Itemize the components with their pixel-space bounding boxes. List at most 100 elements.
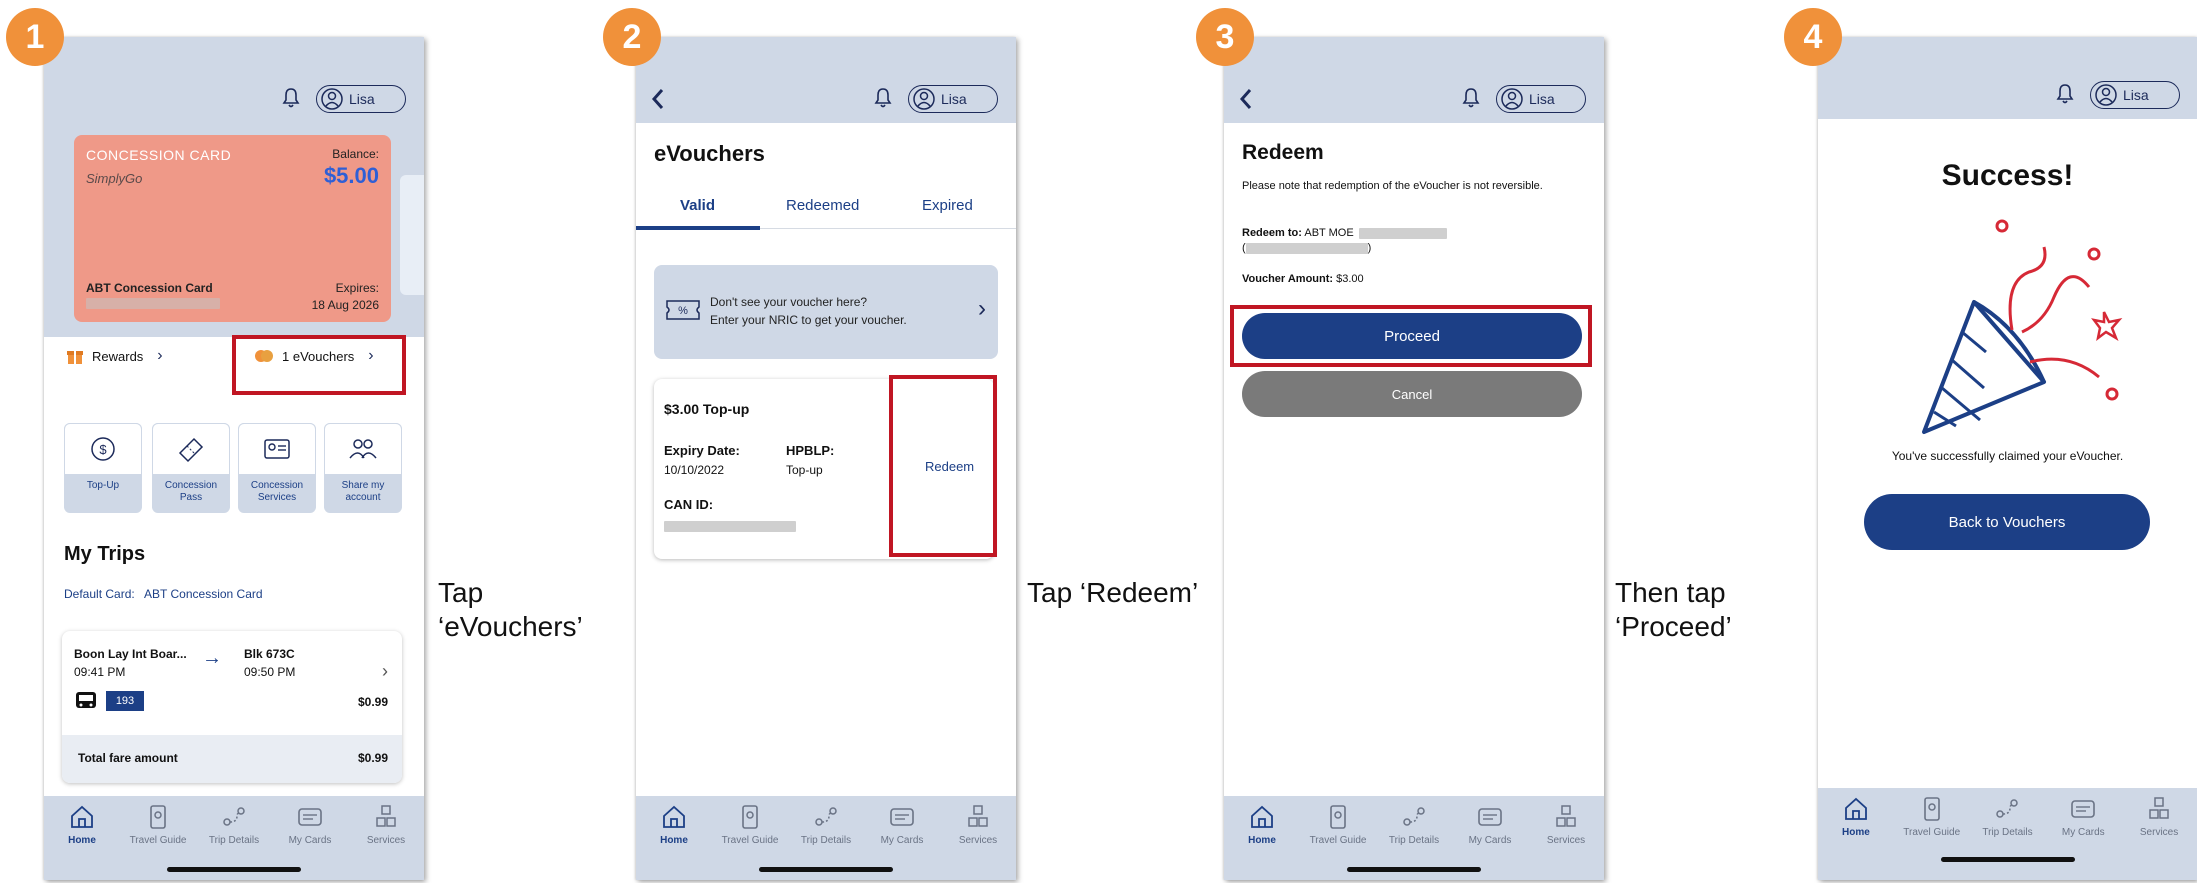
voucher-amount-value: $3.00 xyxy=(1336,273,1364,285)
nav-home[interactable]: Home xyxy=(639,802,709,880)
chevron-right-icon: › xyxy=(978,295,986,322)
voucher-amount-label: Voucher Amount: xyxy=(1242,273,1334,285)
nav-home[interactable]: Home xyxy=(1821,794,1891,880)
irreversible-note: Please note that redemption of the eVouc… xyxy=(1242,180,1543,192)
total-fare-row: Total fare amount $0.99 xyxy=(62,735,402,783)
page-title: Redeem xyxy=(1242,141,1324,164)
total-fare-label: Total fare amount xyxy=(78,751,178,765)
tab-valid[interactable]: Valid xyxy=(680,197,715,214)
voucher-amount-row: Voucher Amount: $3.00 xyxy=(1242,273,1364,285)
bottom-nav: Home Travel Guide Trip Details My Cards … xyxy=(1224,796,1604,880)
back-arrow-icon[interactable] xyxy=(650,87,666,111)
user-profile-button[interactable]: Lisa xyxy=(908,85,998,113)
tab-expired[interactable]: Expired xyxy=(922,197,973,214)
balance-label: Balance: xyxy=(332,147,379,161)
svg-text:$: $ xyxy=(99,442,107,457)
caption-line: Tap ‘Redeem’ xyxy=(1027,577,1199,608)
gift-icon xyxy=(67,351,83,364)
tile-label: Share my xyxy=(341,480,385,491)
user-name: Lisa xyxy=(2123,87,2149,103)
nav-trip-details[interactable]: Trip Details xyxy=(1972,794,2042,880)
home-indicator xyxy=(1940,857,2075,862)
bottom-nav: Home Travel Guide Trip Details My Cards … xyxy=(636,796,1016,880)
travel-guide-icon xyxy=(1923,797,1940,821)
nav-home[interactable]: Home xyxy=(1227,802,1297,880)
tile-label: Concession xyxy=(164,480,218,491)
rewards-link[interactable]: Rewards › xyxy=(66,347,163,365)
banner-line-2: Enter your NRIC to get your voucher. xyxy=(710,313,907,327)
next-card-peek[interactable] xyxy=(400,175,424,295)
travel-guide-icon xyxy=(150,805,166,829)
user-icon xyxy=(913,88,935,110)
nav-label: Travel Guide xyxy=(1903,827,1961,838)
caption-line: ‘eVouchers’ xyxy=(438,611,583,642)
trip-to-time: 09:50 PM xyxy=(244,665,296,679)
caption-line: ‘Proceed’ xyxy=(1615,611,1732,642)
default-card-value[interactable]: ABT Concession Card xyxy=(144,587,263,601)
user-profile-button[interactable]: Lisa xyxy=(2090,81,2180,109)
trip-card[interactable]: Boon Lay Int Boar... 09:41 PM → Blk 673C… xyxy=(62,631,402,783)
nav-services[interactable]: Services xyxy=(943,802,1013,880)
trip-from-time: 09:41 PM xyxy=(74,665,126,679)
phone-screen-evouchers: Lisa eVouchers Valid Redeemed Expired % … xyxy=(636,37,1016,880)
tile-label: Pass xyxy=(179,492,203,503)
dollar-icon: $ xyxy=(91,437,115,461)
party-popper-icon xyxy=(1922,219,2123,434)
user-profile-button[interactable]: Lisa xyxy=(1496,85,1586,113)
top-up-tile[interactable]: $ Top-Up xyxy=(64,423,142,513)
services-icon xyxy=(376,805,396,827)
nav-label: Services xyxy=(958,835,998,846)
travel-guide-icon xyxy=(1330,805,1346,829)
users-icon xyxy=(349,439,377,459)
bell-icon[interactable] xyxy=(874,87,892,109)
bell-icon[interactable] xyxy=(2056,83,2074,105)
expiry-label: Expiry Date: xyxy=(664,443,740,458)
home-indicator xyxy=(167,867,301,872)
cancel-button[interactable]: Cancel xyxy=(1242,371,1582,417)
tab-redeemed[interactable]: Redeemed xyxy=(786,197,859,214)
route-icon xyxy=(815,807,837,826)
highlight-redeem xyxy=(889,375,997,557)
home-indicator xyxy=(759,867,893,872)
nav-travel-guide[interactable]: Travel Guide xyxy=(1897,794,1967,880)
nav-label: Travel Guide xyxy=(721,835,779,846)
concession-pass-tile[interactable]: Concession Pass xyxy=(152,423,230,513)
tile-label: Services xyxy=(257,492,297,503)
bell-icon[interactable] xyxy=(282,87,300,109)
phone-screen-redeem: Lisa Redeem Please note that redemption … xyxy=(1224,37,1604,880)
user-profile-button[interactable]: Lisa xyxy=(316,85,406,113)
bell-icon[interactable] xyxy=(1462,87,1480,109)
page-title: eVouchers xyxy=(654,141,765,166)
phone-screen-home: Lisa CONCESSION CARD SimplyGo Balance: $… xyxy=(44,37,424,880)
cards-icon xyxy=(298,808,322,826)
nav-label: Trip Details xyxy=(1982,827,2033,838)
nav-my-cards[interactable]: My Cards xyxy=(2048,794,2118,880)
nav-label: Home xyxy=(1841,827,1870,838)
nav-services[interactable]: Services xyxy=(2124,794,2194,880)
chevron-right-icon: › xyxy=(157,347,163,364)
concession-services-tile[interactable]: Concession Services xyxy=(238,423,316,513)
nav-label: Travel Guide xyxy=(1309,835,1367,846)
nric-banner[interactable]: % Don't see your voucher here? Enter you… xyxy=(654,265,998,359)
banner-line-1: Don't see your voucher here? xyxy=(710,295,868,309)
nav-label: Trip Details xyxy=(1388,835,1440,846)
success-title: Success! xyxy=(1941,159,2074,192)
nav-label: Services xyxy=(1546,835,1586,846)
nav-services[interactable]: Services xyxy=(1531,802,1601,880)
nav-label: My Cards xyxy=(880,835,924,846)
concession-card[interactable]: CONCESSION CARD SimplyGo Balance: $5.00 … xyxy=(74,135,391,322)
nav-services[interactable]: Services xyxy=(351,802,421,880)
success-message: You've successfully claimed your eVouche… xyxy=(1891,449,2124,463)
route-icon xyxy=(223,807,245,826)
nav-label: My Cards xyxy=(2061,827,2105,838)
nav-label: Home xyxy=(1248,835,1276,846)
active-tab-indicator xyxy=(636,226,760,230)
nav-home[interactable]: Home xyxy=(47,802,117,880)
user-icon xyxy=(321,88,343,110)
share-account-tile[interactable]: Share my account xyxy=(324,423,402,513)
back-arrow-icon[interactable] xyxy=(1238,87,1254,111)
cards-icon xyxy=(1478,808,1502,826)
user-icon xyxy=(1501,88,1523,110)
back-to-vouchers-button[interactable]: Back to Vouchers xyxy=(1864,494,2150,550)
tile-label: account xyxy=(345,492,381,503)
